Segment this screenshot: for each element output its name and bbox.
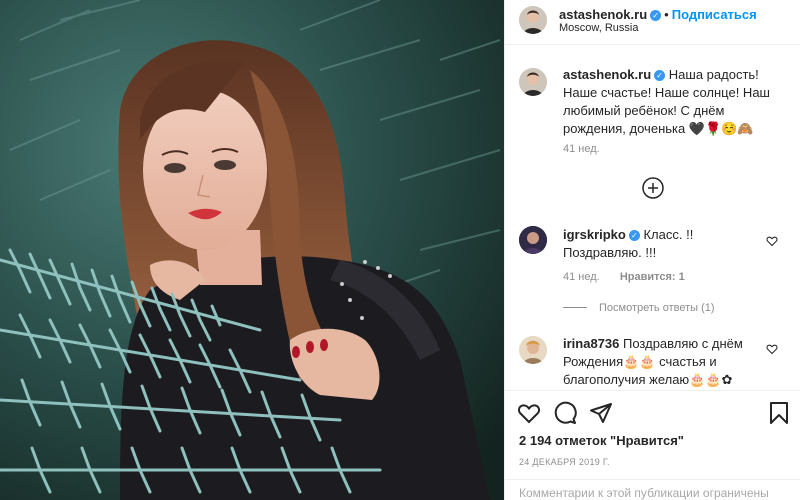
caption-age[interactable]: 41 нед. <box>563 143 600 155</box>
verified-icon: ✓ <box>650 10 662 21</box>
caption-avatar[interactable] <box>519 68 547 96</box>
share-icon[interactable] <box>589 401 613 425</box>
follow-button[interactable]: Подписаться <box>672 7 757 22</box>
comment-icon[interactable] <box>553 401 577 425</box>
comment-username[interactable]: irina8736 <box>563 336 619 351</box>
author-avatar[interactable] <box>519 6 547 34</box>
post-photo[interactable] <box>0 0 504 500</box>
avatar-image <box>519 6 547 34</box>
comments-list[interactable]: astashenok.ru ✓ Наша радость! Наше счасть… <box>505 46 800 390</box>
separator-dot: • <box>664 7 669 22</box>
comment-age[interactable]: 41 нед. <box>563 271 600 283</box>
plus-circle-glyph <box>642 177 664 199</box>
comment-meta: 41 нед. Нравится: 1 <box>563 271 685 283</box>
comment-2: irina8736 Поздравляю с днём Рождения🎂🎂 с… <box>563 335 763 389</box>
avatar-image <box>519 68 547 96</box>
avatar-image <box>519 336 547 364</box>
bookmark-icon[interactable] <box>767 401 791 425</box>
view-replies-link[interactable]: Посмотреть ответы (1) <box>563 302 715 314</box>
avatar-image <box>519 226 547 254</box>
likes-count[interactable]: 2 194 отметок "Нравится" <box>519 433 684 448</box>
caption-username[interactable]: astashenok.ru <box>563 67 651 82</box>
post-details-panel: astashenok.ru ✓ • Подписаться Moscow, Russi… <box>504 0 800 500</box>
comment-username[interactable]: igrskripko <box>563 227 626 242</box>
verified-icon: ✓ <box>628 230 640 241</box>
post-location[interactable]: Moscow, Russia <box>559 22 638 34</box>
post-actions: 2 194 отметок "Нравится" 24 декабря 2019… <box>505 390 800 500</box>
comment-avatar[interactable] <box>519 226 547 254</box>
comments-restricted-text: Комментарии к этой публикации ограничены <box>519 486 769 500</box>
view-replies-label: Посмотреть ответы (1) <box>599 302 715 314</box>
comments-restricted-notice: Комментарии к этой публикации ограничены <box>505 479 800 500</box>
comment-likes[interactable]: Нравится: 1 <box>620 271 685 283</box>
heart-icon[interactable] <box>517 401 541 425</box>
post-date[interactable]: 24 декабря 2019 г. <box>519 457 610 467</box>
replies-divider <box>563 307 587 308</box>
author-username[interactable]: astashenok.ru <box>559 7 647 22</box>
verified-icon: ✓ <box>654 70 666 81</box>
post-header: astashenok.ru ✓ • Подписаться Moscow, Russi… <box>505 0 800 45</box>
comment-like-heart-icon[interactable] <box>766 343 778 355</box>
plus-circle-icon[interactable] <box>641 176 665 200</box>
comment-avatar[interactable] <box>519 336 547 364</box>
comment-1: igrskripko ✓ Класс. !! Поздравляю. !!! <box>563 226 763 262</box>
comment-like-heart-icon[interactable] <box>766 235 778 247</box>
caption: astashenok.ru ✓ Наша радость! Наше счасть… <box>563 66 789 138</box>
photo-illustration <box>0 0 504 500</box>
